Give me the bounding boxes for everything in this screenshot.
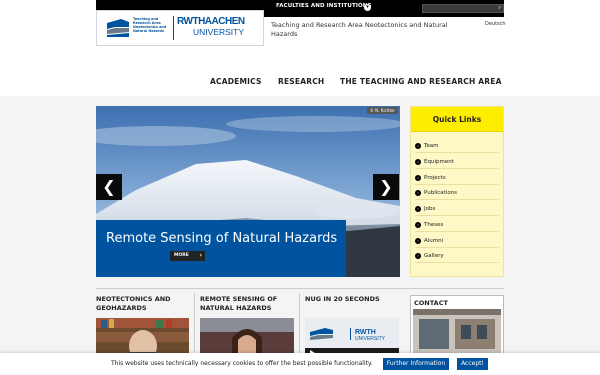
- further-information-button[interactable]: Further Information: [383, 358, 449, 370]
- quick-link-alumni[interactable]: › Alumni: [415, 236, 499, 248]
- quick-link-gallery[interactable]: › Gallery: [415, 251, 499, 263]
- teaser-title-nug-video[interactable]: NUG IN 20 SECONDS: [305, 295, 405, 304]
- teaser-video-nug[interactable]: RWTH UNIVERSITY: [305, 318, 399, 358]
- slider-caption-title[interactable]: Remote Sensing of Natural Hazards: [106, 230, 346, 248]
- arrow-circle-icon: ›: [415, 206, 421, 212]
- quick-links-title: Quick Links: [411, 107, 503, 132]
- quick-link-projects[interactable]: › Projects: [415, 173, 499, 185]
- teaser-image-neotectonics[interactable]: [96, 318, 189, 358]
- quick-link-label: Team: [424, 143, 439, 149]
- svg-text:RWTH: RWTH: [355, 329, 376, 336]
- arrow-circle-icon: ›: [415, 175, 421, 181]
- slider-prev-button[interactable]: ❮: [96, 174, 122, 200]
- quick-link-label: Gallery: [424, 253, 444, 259]
- quick-link-jobs[interactable]: › Jobs: [415, 204, 499, 216]
- quick-link-theses[interactable]: › Theses: [415, 220, 499, 232]
- faculties-menu[interactable]: FACULTIES AND INSTITUTIONS: [276, 3, 372, 9]
- building-image: [413, 309, 501, 355]
- quick-link-label: Jobs: [424, 206, 436, 212]
- video-thumbnail: RWTH UNIVERSITY: [305, 318, 399, 358]
- quick-link-label: Equipment: [424, 159, 454, 165]
- logo-divider: [173, 16, 174, 40]
- quick-link-team[interactable]: › Team: [415, 141, 499, 153]
- image-copyright: © N. Richter: [366, 107, 398, 114]
- institute-logo[interactable]: Teaching and Research Area Neotectonics …: [96, 10, 264, 46]
- teaser-title-remote-sensing[interactable]: REMOTE SENSING OF NATURAL HAZARDS: [200, 295, 300, 313]
- svg-text:UNIVERSITY: UNIVERSITY: [355, 336, 386, 342]
- quick-link-publications[interactable]: › Publications: [415, 188, 499, 200]
- arrow-circle-icon: ›: [415, 238, 421, 244]
- teaser-image-remote-sensing[interactable]: [200, 318, 294, 358]
- institute-name: Teaching and Research Area Neotectonics …: [133, 17, 167, 33]
- rwth-wordmark: RWTHAACHEN: [177, 16, 245, 27]
- quick-link-label: Publications: [424, 190, 458, 196]
- search-input[interactable]: [422, 4, 504, 13]
- field-portrait-image: [200, 318, 294, 358]
- cookie-message: This website uses technically necessary …: [111, 360, 373, 367]
- slider-caption: Remote Sensing of Natural Hazards MORE ›: [96, 220, 346, 277]
- bookshelf-portrait-image: [96, 318, 189, 358]
- chevron-down-icon[interactable]: ▾: [364, 4, 371, 11]
- quick-link-label: Theses: [424, 222, 444, 228]
- section-divider: [96, 288, 504, 289]
- more-button[interactable]: MORE ›: [170, 251, 205, 261]
- search-icon[interactable]: ⌕: [498, 4, 501, 12]
- institute-logo-mark-icon: [107, 19, 129, 37]
- teaser-title-neotectonics[interactable]: NEOTECTONICS AND GEOHAZARDS: [96, 295, 196, 313]
- column-divider: [194, 293, 195, 353]
- accept-cookies-button[interactable]: Accept!: [457, 358, 488, 370]
- university-wordmark: UNIVERSITY: [193, 27, 245, 37]
- arrow-circle-icon: ›: [415, 159, 421, 165]
- more-button-label: MORE: [174, 253, 189, 258]
- chevron-right-icon: ›: [199, 252, 202, 259]
- quick-link-label: Projects: [424, 175, 446, 181]
- nav-academics[interactable]: ACADEMICS: [210, 77, 262, 86]
- arrow-circle-icon: ›: [415, 143, 421, 149]
- nav-teaching-research-area[interactable]: THE TEACHING AND RESEARCH AREA: [340, 77, 502, 86]
- contact-box: CONTACT: [410, 295, 504, 357]
- arrow-circle-icon: ›: [415, 253, 421, 259]
- arrow-circle-icon: ›: [415, 222, 421, 228]
- nav-research[interactable]: RESEARCH: [278, 77, 324, 86]
- cookie-banner: This website uses technically necessary …: [0, 353, 600, 375]
- arrow-circle-icon: ›: [415, 190, 421, 196]
- quick-links-panel: Quick Links › Team › Equipment › Projects ›…: [410, 106, 504, 277]
- contact-title: CONTACT: [414, 299, 448, 307]
- language-switch[interactable]: Deutsch: [485, 21, 506, 27]
- slider-next-button[interactable]: ❯: [373, 174, 399, 200]
- column-divider: [299, 293, 300, 353]
- quick-link-equipment[interactable]: › Equipment: [415, 157, 499, 169]
- site-title: Teaching and Research Area Neotectonics …: [271, 21, 448, 38]
- quick-link-label: Alumni: [424, 238, 444, 244]
